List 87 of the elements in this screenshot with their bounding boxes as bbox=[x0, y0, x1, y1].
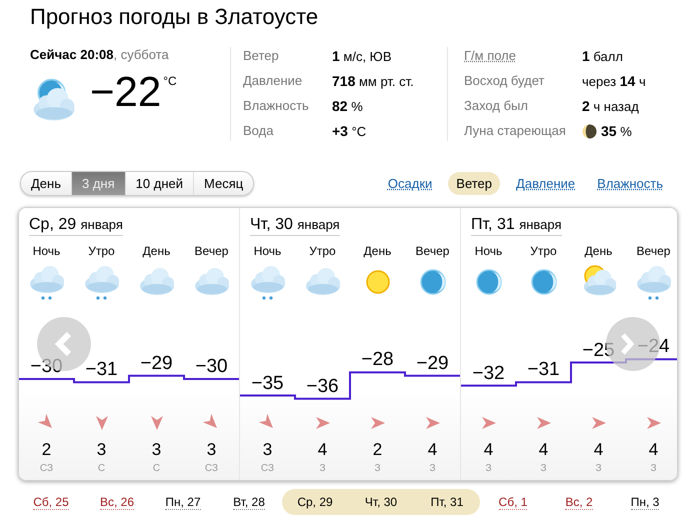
current-time: Сейчас 20:08, суббота bbox=[30, 47, 170, 62]
page-title: Прогноз погоды в Златоусте bbox=[30, 4, 320, 31]
period-label: Вечер bbox=[194, 244, 228, 258]
wind-speed: 3 bbox=[206, 440, 216, 460]
wind-speed: 4 bbox=[484, 440, 494, 460]
layer-tab[interactable]: Осадки bbox=[382, 172, 438, 194]
date-link[interactable]: Пн, 3 bbox=[630, 494, 660, 510]
day-heading: Пт, 31 января bbox=[471, 216, 562, 236]
period-label: День bbox=[364, 244, 392, 258]
layer-tab[interactable]: Влажность bbox=[591, 172, 669, 194]
wind-speed: 3 bbox=[96, 440, 106, 460]
detail-label: Заход был bbox=[464, 97, 528, 115]
detail-value: 35 % bbox=[601, 122, 632, 141]
wind-direction: З bbox=[319, 463, 326, 474]
detail-label: Ветер bbox=[243, 47, 279, 65]
wind-direction: З bbox=[429, 463, 436, 474]
period-label: Утро bbox=[88, 244, 115, 258]
wind-speed: 4 bbox=[538, 440, 548, 460]
wind-direction: З bbox=[485, 463, 492, 474]
wind-speed: 4 bbox=[428, 440, 438, 460]
temperature-value: −24 bbox=[637, 336, 670, 358]
period-label: Ночь bbox=[254, 244, 282, 258]
detail-label: Влажность bbox=[243, 97, 309, 115]
temperature-value: −29 bbox=[416, 352, 449, 374]
wind-direction: З bbox=[540, 463, 547, 474]
detail-label: Давление bbox=[243, 72, 302, 90]
temperature-value: −25 bbox=[582, 340, 615, 360]
detail-label: Луна стареющая bbox=[464, 122, 566, 140]
wind-direction: СЗ bbox=[204, 463, 218, 474]
temperature-value: −36 bbox=[306, 376, 339, 397]
temperature-value: −31 bbox=[85, 359, 118, 380]
moon-phase-icon bbox=[582, 124, 597, 139]
unit-label: °C bbox=[163, 74, 177, 88]
period-label: Ночь bbox=[32, 244, 60, 258]
wind-speed: 4 bbox=[648, 440, 658, 460]
wind-direction: С bbox=[98, 463, 106, 474]
detail-value: 1 м/с, ЮВ bbox=[332, 47, 392, 66]
temperature-value: −28 bbox=[361, 349, 394, 370]
detail-value: через 14 ч bbox=[582, 72, 646, 91]
date-link[interactable]: Сб, 1 bbox=[498, 494, 528, 510]
wind-direction: З bbox=[595, 463, 602, 474]
temperature-value: −35 bbox=[251, 372, 284, 394]
wind-speed: 4 bbox=[318, 440, 328, 460]
wind-speed: 2 bbox=[372, 440, 382, 460]
date-link[interactable]: Вс, 2 bbox=[565, 494, 593, 510]
detail-value: +3 °C bbox=[332, 122, 366, 141]
range-tab[interactable]: 10 дней bbox=[124, 172, 193, 194]
temperature-value: −30 bbox=[30, 356, 63, 377]
wind-direction: СЗ bbox=[260, 463, 274, 474]
wind-speed: 2 bbox=[42, 440, 52, 460]
wind-direction: З bbox=[374, 463, 381, 474]
date-link[interactable]: Пн, 27 bbox=[165, 494, 201, 510]
period-label: Вечер bbox=[636, 244, 670, 258]
detail-value: 2 ч назад bbox=[582, 97, 639, 116]
period-label: Утро bbox=[309, 244, 336, 258]
layer-tab[interactable]: Давление bbox=[510, 172, 582, 194]
detail-link[interactable]: Г/м поле bbox=[464, 47, 516, 66]
temperature-value: −31 bbox=[527, 359, 560, 380]
period-label: Утро bbox=[530, 244, 557, 258]
date-link[interactable]: Сб, 25 bbox=[33, 494, 69, 510]
detail-value: 1 балл bbox=[582, 47, 623, 66]
period-label: День bbox=[584, 244, 612, 258]
chevron-right-icon bbox=[620, 331, 634, 357]
detail-value: 82 % bbox=[332, 97, 363, 116]
temperature-value: −30 bbox=[195, 356, 228, 377]
wind-direction: З bbox=[650, 463, 657, 474]
period-label: Ночь bbox=[474, 244, 502, 258]
range-tab[interactable]: Месяц bbox=[192, 172, 254, 194]
period-label: Вечер bbox=[416, 244, 450, 258]
temperature-value: −29 bbox=[140, 352, 173, 374]
range-tab[interactable]: День bbox=[21, 172, 71, 194]
temperature-value: −32 bbox=[472, 362, 505, 384]
wind-speed: 4 bbox=[594, 440, 604, 460]
date-link[interactable]: Вс, 26 bbox=[100, 494, 134, 510]
current-temperature: −22 bbox=[90, 68, 162, 116]
wind-speed: 3 bbox=[152, 440, 162, 460]
detail-label: Восход будет bbox=[464, 72, 544, 90]
detail-label: Вода bbox=[243, 122, 274, 140]
date-link[interactable]: Вт, 28 bbox=[233, 494, 265, 510]
detail-value: 718 мм рт. ст. bbox=[332, 72, 414, 91]
period-label: День bbox=[142, 244, 170, 258]
wind-direction: С bbox=[152, 463, 160, 474]
layer-tab[interactable]: Ветер bbox=[448, 172, 500, 194]
wind-direction: СЗ bbox=[40, 463, 54, 474]
wind-speed: 3 bbox=[262, 440, 272, 460]
day-heading: Ср, 29 января bbox=[29, 216, 123, 236]
day-heading: Чт, 30 января bbox=[250, 216, 340, 236]
